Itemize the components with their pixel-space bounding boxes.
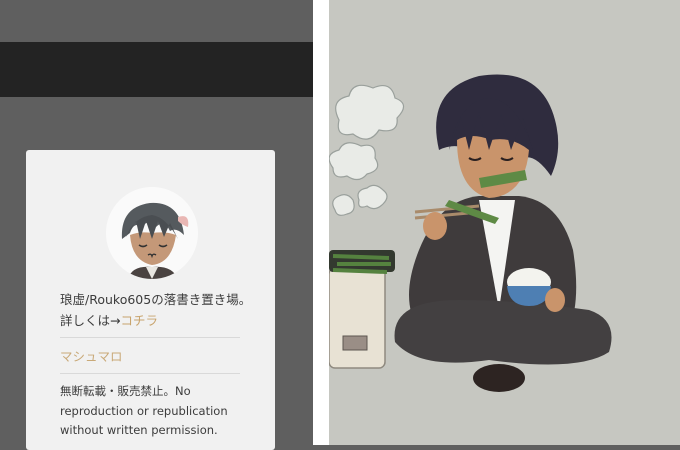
sidebar-panel: 琅虚/Rouko605の落書き置き場。詳しくは→コチラ マシュマロ 無断転載・販…	[0, 0, 313, 450]
notice-line: 無断転載・販売禁止。No	[60, 384, 191, 398]
profile-card: 琅虚/Rouko605の落書き置き場。詳しくは→コチラ マシュマロ 無断転載・販…	[26, 150, 275, 450]
divider-line	[60, 337, 240, 338]
scrollbar[interactable]	[305, 0, 313, 445]
notice-line: reproduction or republication	[60, 403, 228, 418]
illustration-image	[329, 0, 680, 445]
illustration[interactable]	[329, 0, 680, 445]
panel-divider	[313, 0, 329, 445]
bio-link[interactable]: コチラ	[120, 313, 158, 328]
profile-bio: 琅虚/Rouko605の落書き置き場。詳しくは→コチラ	[60, 289, 260, 331]
copyright-notice: 無断転載・販売禁止。No reproduction or republicati…	[60, 382, 270, 441]
avatar-image	[106, 187, 198, 279]
header-bar	[0, 42, 313, 97]
notice-line: without written permission.	[60, 423, 218, 437]
marshmallow-link[interactable]: マシュマロ	[60, 346, 123, 365]
profile-avatar[interactable]	[106, 187, 198, 279]
divider-line	[60, 373, 240, 374]
